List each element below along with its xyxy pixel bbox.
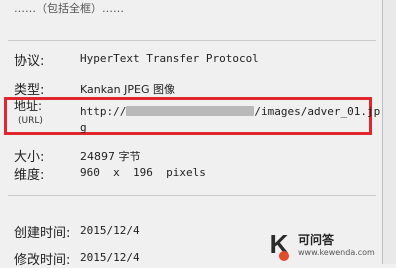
- modified-value: 2015/12/4: [80, 251, 140, 264]
- dimensions-value: 960 x 196 pixels: [80, 166, 206, 179]
- watermark-site: www.kewenda.com: [298, 248, 375, 257]
- address-label: 地址:: [14, 99, 43, 113]
- dialog-title-fragment: ……（包括全框）……: [14, 2, 124, 15]
- redacted-domain: [126, 106, 255, 116]
- protocol-label: 协议:: [14, 54, 45, 69]
- type-value: Kankan JPEG 图像: [80, 83, 175, 96]
- protocol-value: HyperText Transfer Protocol: [80, 52, 259, 65]
- created-value: 2015/12/4: [80, 224, 140, 237]
- address-value[interactable]: http:// /images/adver_01.jp g: [80, 104, 380, 136]
- separator: [8, 40, 376, 41]
- separator: [8, 195, 376, 196]
- type-label: 类型:: [14, 83, 45, 98]
- dimensions-label: 维度:: [14, 168, 45, 183]
- watermark: K 可问答 www.kewenda.com: [262, 224, 396, 264]
- size-label: 大小:: [14, 150, 45, 165]
- modified-label: 修改时间:: [14, 253, 71, 268]
- address-sublabel: (URL): [18, 116, 43, 126]
- size-value: 24897 字节: [80, 150, 141, 163]
- kewenda-logo-icon: K: [262, 227, 296, 261]
- address-prefix: http://: [80, 105, 127, 118]
- watermark-title: 可问答: [298, 233, 335, 247]
- created-label: 创建时间:: [14, 226, 71, 241]
- address-suffix: /images/adver_01.jp: [254, 105, 381, 118]
- address-wrap: g: [80, 121, 87, 134]
